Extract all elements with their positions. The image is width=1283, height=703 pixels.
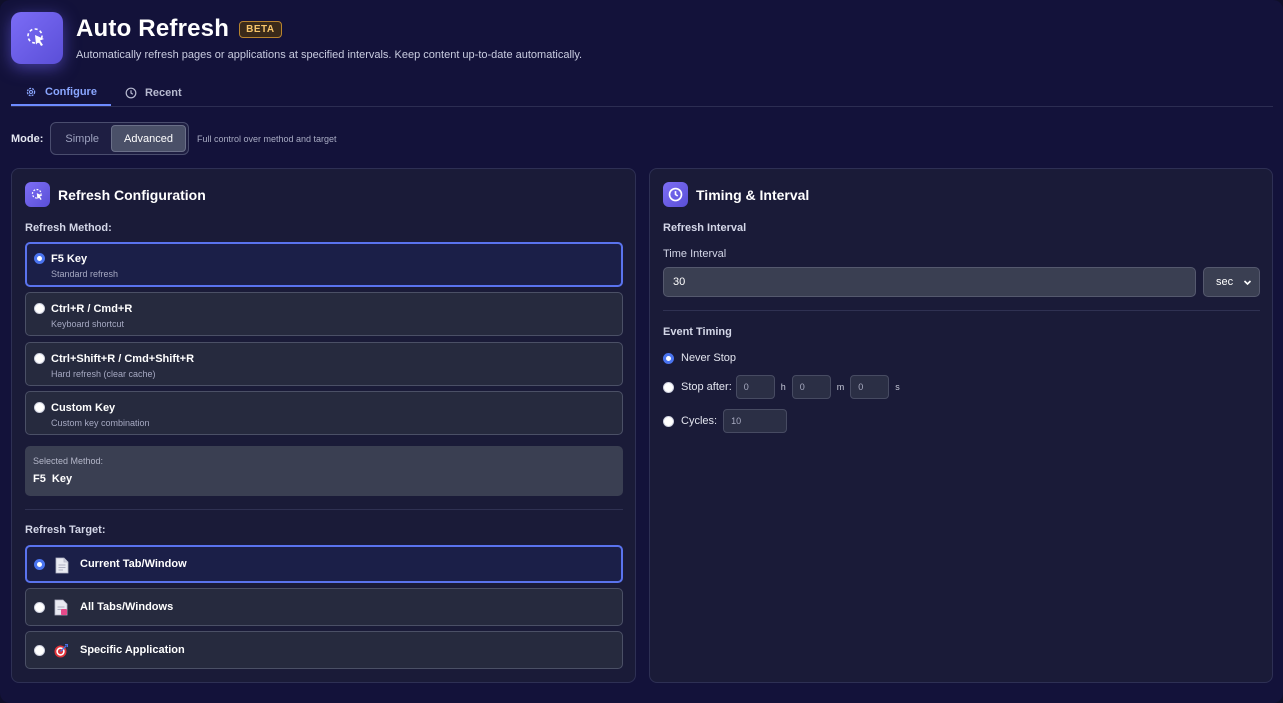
time-interval-label: Time Interval [663, 248, 727, 260]
mode-simple-button[interactable]: Simple [53, 125, 111, 152]
method-ctrl-r-radio[interactable] [34, 303, 45, 314]
method-hard-refresh-subtitle: Hard refresh (clear cache) [51, 369, 156, 379]
target-specific-app-radio[interactable] [34, 645, 45, 656]
target-specific-app-label: Specific Application [80, 644, 185, 656]
refresh-method-label: Refresh Method: [25, 222, 112, 234]
stop-minutes-input[interactable]: 0 [791, 375, 831, 399]
interval-unit-value: sec [1216, 276, 1234, 288]
app-subtitle: Automatically refresh pages or applicati… [76, 49, 583, 61]
minutes-unit: m [836, 382, 845, 392]
target-all-tabs-label: All Tabs/Windows [80, 601, 174, 613]
seconds-unit: s [895, 382, 900, 392]
method-option-hard-refresh[interactable]: Ctrl+Shift+R / Cmd+Shift+R Hard refresh … [25, 342, 623, 386]
stop-minutes-value: 0 [799, 382, 805, 392]
documents-icon [54, 599, 68, 616]
method-f5-subtitle: Standard refresh [51, 269, 119, 279]
panel-cursor-icon [25, 182, 50, 207]
event-stop-after-row: Stop after: 0 h 0 m 0 s [663, 375, 906, 399]
never-stop-label: Never Stop [681, 352, 737, 364]
refresh-target-label: Refresh Target: [25, 524, 106, 536]
method-hard-refresh-radio[interactable] [34, 353, 45, 364]
selected-method-value: F5 Key [33, 473, 73, 485]
stop-hours-value: 0 [743, 382, 749, 392]
app-window: Auto Refresh BETA Automatically refresh … [0, 0, 1283, 703]
method-option-ctrl-r[interactable]: Ctrl+R / Cmd+R Keyboard shortcut [25, 292, 623, 336]
time-interval-input[interactable]: 30 [663, 267, 1196, 297]
mode-row: Mode: Simple Advanced Full control over … [11, 122, 337, 155]
event-cycles-row: Cycles: 10 [663, 409, 788, 433]
stop-seconds-input[interactable]: 0 [850, 375, 890, 399]
stop-after-radio[interactable] [663, 381, 674, 393]
event-timing-heading: Event Timing [663, 326, 732, 338]
method-ctrl-r-subtitle: Keyboard shortcut [51, 319, 125, 329]
method-f5-radio[interactable] [34, 253, 45, 264]
tab-bar: Configure Recent [11, 80, 1273, 107]
target-current-tab-label: Current Tab/Window [80, 558, 187, 570]
clock-icon [125, 87, 137, 99]
event-never-stop-row[interactable]: Never Stop [663, 346, 736, 370]
panel-clock-icon [663, 182, 688, 207]
target-current-tab-radio[interactable] [34, 559, 45, 570]
method-custom-key-title: Custom Key [51, 402, 116, 414]
cycles-label: Cycles: [681, 415, 718, 427]
timing-interval-title: Timing & Interval [696, 186, 810, 203]
app-header: Auto Refresh BETA Automatically refresh … [11, 12, 582, 64]
timing-divider [663, 310, 1260, 311]
stop-hours-input[interactable]: 0 [735, 375, 775, 399]
refresh-interval-heading: Refresh Interval [663, 222, 747, 234]
target-icon [54, 643, 68, 658]
method-custom-key-subtitle: Custom key combination [51, 418, 150, 428]
selected-method-label: Selected Method: [33, 456, 104, 466]
target-option-all-tabs[interactable]: All Tabs/Windows [25, 588, 623, 626]
interval-unit-select[interactable]: sec [1203, 267, 1260, 297]
method-custom-key-radio[interactable] [34, 402, 45, 413]
refresh-configuration-title: Refresh Configuration [58, 186, 206, 203]
stop-after-label: Stop after: [681, 381, 732, 393]
target-option-current-tab[interactable]: Current Tab/Window [25, 545, 623, 583]
beta-badge: BETA [239, 20, 282, 38]
method-f5-title: F5 Key [51, 253, 88, 265]
app-logo [11, 12, 63, 64]
method-option-f5[interactable]: F5 Key Standard refresh [25, 242, 623, 287]
mode-label: Mode: [11, 132, 44, 145]
cycles-value: 10 [731, 416, 742, 426]
tab-recent[interactable]: Recent [111, 80, 196, 106]
time-interval-value: 30 [673, 276, 686, 288]
method-option-custom-key[interactable]: Custom Key Custom key combination [25, 391, 623, 435]
stop-seconds-value: 0 [858, 382, 864, 392]
section-divider [25, 509, 623, 510]
mode-description: Full control over method and target [196, 133, 337, 144]
cycles-input[interactable]: 10 [723, 409, 788, 433]
document-icon [55, 557, 69, 574]
method-hard-refresh-title: Ctrl+Shift+R / Cmd+Shift+R [51, 353, 195, 365]
tab-configure-label: Configure [45, 86, 97, 98]
target-all-tabs-radio[interactable] [34, 602, 45, 613]
never-stop-radio[interactable] [663, 352, 674, 364]
selected-method-box: Selected Method: F5 Key [25, 446, 623, 496]
tab-configure[interactable]: Configure [11, 80, 111, 106]
target-option-specific-app[interactable]: Specific Application [25, 631, 623, 669]
timing-interval-panel: Timing & Interval Refresh Interval Time … [649, 168, 1273, 683]
cycles-radio[interactable] [663, 415, 674, 427]
hours-unit: h [780, 382, 786, 392]
cursor-click-icon [27, 28, 44, 46]
tab-recent-label: Recent [144, 87, 182, 99]
gear-icon [26, 87, 36, 97]
chevron-down-icon [1243, 280, 1252, 286]
mode-advanced-button[interactable]: Advanced [111, 125, 186, 152]
mode-toggle: Simple Advanced [50, 122, 189, 155]
method-ctrl-r-title: Ctrl+R / Cmd+R [51, 303, 133, 315]
app-title: Auto Refresh [76, 15, 230, 42]
refresh-configuration-panel: Refresh Configuration Refresh Method: F5… [11, 168, 636, 683]
